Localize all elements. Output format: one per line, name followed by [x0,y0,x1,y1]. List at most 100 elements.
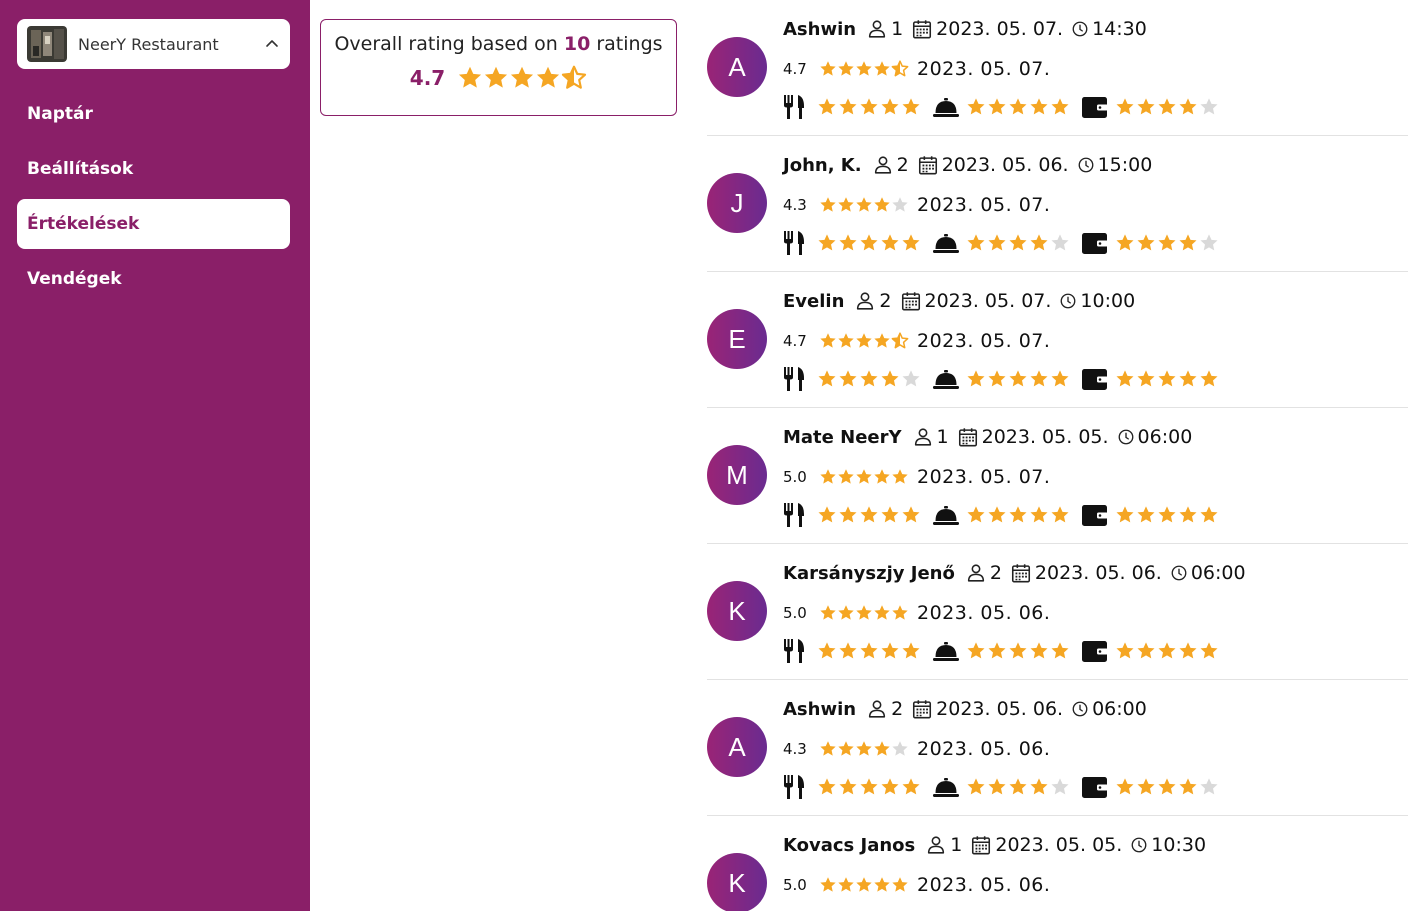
star-icon [860,98,878,115]
calendar-icon [1011,564,1030,583]
star-empty-icon [1051,778,1069,795]
calendar-icon [918,156,937,175]
avatar: E [707,309,767,369]
star-icon [988,98,1006,115]
star-icon [881,642,899,659]
calendar-icon [901,292,920,311]
star-icon [892,877,908,892]
avatar: M [707,445,767,505]
star-icon [818,98,836,115]
category-ratings [783,93,1230,121]
category-ratings [783,637,1230,665]
visit-date: 2023. 05. 06. [936,698,1064,720]
price-stars [1115,97,1220,117]
star-icon [1051,98,1069,115]
chevron-up-icon [266,40,278,47]
person-icon [874,156,891,174]
visit-time: 06:00 [1137,426,1193,448]
star-icon [485,66,508,88]
star-icon [839,234,857,251]
star-icon [537,66,560,88]
star-icon [1179,98,1197,115]
price-rating [1081,230,1220,256]
calendar-icon [972,836,991,855]
avatar: K [707,581,767,641]
star-icon [881,778,899,795]
star-icon [902,98,920,115]
service-rating [932,638,1071,664]
star-icon [856,605,872,620]
review-header: Karsányszjy Jenő 2 2023. 05. 06. 06:00 [783,560,1254,586]
person-icon [868,20,886,38]
star-icon [988,234,1006,251]
star-icon [1179,778,1197,795]
wallet-icon [1082,233,1108,254]
avatar: J [707,173,767,233]
star-icon [839,98,857,115]
star-icon [856,197,872,212]
star-icon [1009,370,1027,387]
review-score-row: 4.7 2023. 05. 07. [783,328,1050,354]
service-bell-icon [933,506,959,525]
star-icon [988,370,1006,387]
star-icon [820,333,836,348]
review-score: 5.0 [783,468,807,486]
service-bell-icon [933,98,959,117]
wallet-icon [1082,777,1108,798]
nav-item-calendar[interactable]: Naptár [17,89,290,139]
food-stars [817,369,922,389]
visit-date: 2023. 05. 06. [1034,562,1162,584]
review-score: 4.7 [783,332,807,350]
star-half-icon [891,332,909,349]
star-icon [1116,506,1134,523]
cutlery-icon [784,367,804,391]
person-icon [857,292,874,310]
category-ratings [783,229,1230,257]
star-icon [839,642,857,659]
service-rating [932,366,1071,392]
star-icon [988,506,1006,523]
restaurant-name: NeerY Restaurant [78,34,219,54]
star-icon [1030,778,1048,795]
star-icon [967,778,985,795]
price-rating [1081,774,1220,800]
ratings-count: 10 [563,33,591,55]
star-icon [1158,778,1176,795]
food-stars [817,777,922,797]
star-icon [1116,370,1134,387]
review-header: Evelin 2 2023. 05. 07. 10:00 [783,288,1143,314]
service-bell-icon [933,234,959,253]
visit-time: 14:30 [1092,18,1147,40]
review-stars [819,740,909,758]
star-icon [881,98,899,115]
nav-item-settings[interactable]: Beállítások [17,144,290,194]
star-icon [988,778,1006,795]
star-empty-icon [892,741,908,756]
star-icon [881,506,899,523]
guest-name: Kovacs Janos [783,834,916,856]
star-icon [892,605,908,620]
clock-icon [1131,837,1147,853]
star-icon [839,370,857,387]
star-icon [1009,642,1027,659]
star-empty-icon [1051,234,1069,251]
star-icon [902,778,920,795]
service-stars [966,505,1071,525]
review-stars [819,332,909,350]
nav-item-ratings[interactable]: Értékelések [17,199,290,249]
service-bell-icon [933,642,959,661]
overall-stars [457,65,587,91]
restaurant-thumbnail [27,26,67,62]
review-stars [819,604,909,622]
star-icon [874,605,890,620]
star-icon [838,605,854,620]
price-rating [1081,638,1220,664]
rating-date: 2023. 05. 06. [917,738,1051,760]
service-bell-icon [933,778,959,797]
star-icon [1116,642,1134,659]
star-icon [820,197,836,212]
star-icon [818,234,836,251]
restaurant-selector[interactable]: NeerY Restaurant [17,19,290,69]
nav-item-guests[interactable]: Vendégek [17,254,290,304]
review-stars [819,468,909,486]
